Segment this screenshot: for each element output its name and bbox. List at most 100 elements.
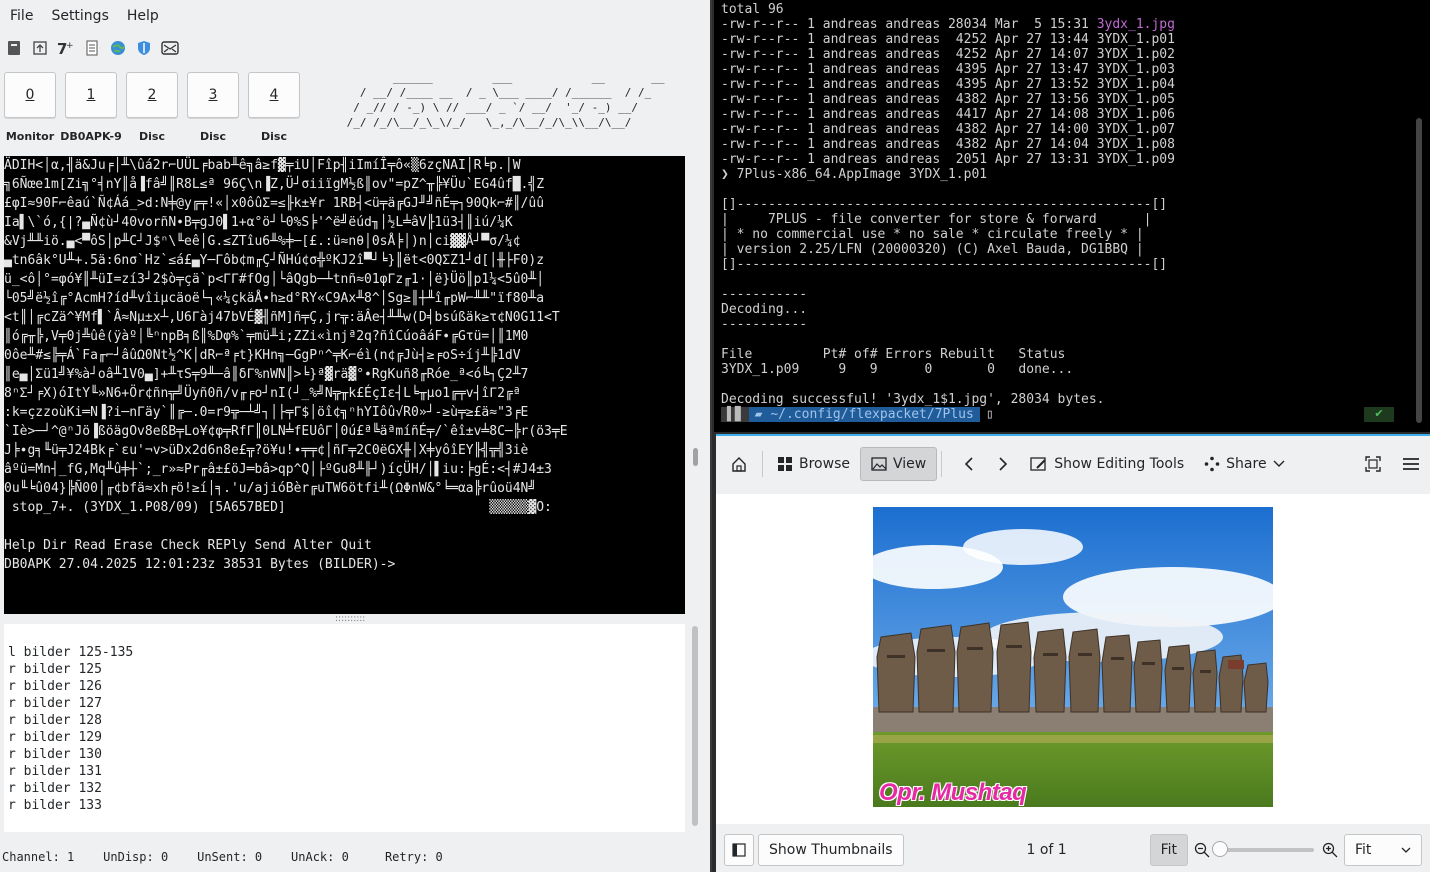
ls-row-meta: -rw-r--r-- 1 andreas andreas 4252 Apr 27…: [721, 32, 1097, 47]
shield-icon[interactable]: [134, 38, 154, 58]
address-book-icon[interactable]: [4, 38, 24, 58]
channel-3-button[interactable]: 3: [187, 72, 239, 118]
tx-line: r bilder 129: [8, 730, 102, 745]
page-indicator: 1 of 1: [1026, 842, 1067, 858]
tx-line: r bilder 126: [8, 679, 102, 694]
viewer-toolbar: Browse View Show Editing Tools Share: [716, 444, 1430, 484]
bbs-menu-line: Help Dir Read Erase Check REPly Send Alt…: [4, 538, 372, 553]
prompt-path: ▰ ~/.config/flexpacket/7Plus: [748, 407, 980, 422]
status-undisp: UnDisp: 0: [103, 850, 169, 864]
home-icon: [732, 457, 746, 472]
folder-icon: ▰: [754, 407, 771, 422]
show-thumbnails-button[interactable]: Show Thumbnails: [758, 834, 904, 866]
menu-bar: File Settings Help: [0, 0, 712, 32]
hamburger-menu-button[interactable]: [1392, 447, 1430, 481]
zoom-slider[interactable]: [1212, 841, 1314, 857]
share-button[interactable]: Share: [1194, 447, 1294, 481]
decoding-header: ----------- Decoding... -----------: [721, 287, 808, 332]
sidebar-icon: [732, 843, 746, 857]
viewer-bottom-bar: Show Thumbnails 1 of 1 Fit Fit: [716, 832, 1430, 868]
terminal-scrollbar[interactable]: [1416, 118, 1422, 423]
ls-row-name: 3YDX_1.p02: [1096, 47, 1175, 62]
receive-scrollbar[interactable]: [693, 448, 698, 466]
view-label: View: [892, 456, 927, 472]
channel-buttons: 0 Monitor 1 DB0APK-9 2 Disc 3 Disc 4 Dis…: [4, 72, 300, 143]
7plus-icon[interactable]: 7 +: [56, 38, 76, 58]
flexpacket-logo: ______ ___ __ __ / __/ /____ __ / _ \___…: [346, 71, 665, 129]
7plus-banner: []--------------------------------------…: [721, 197, 1168, 272]
prompt-path-text: ~/.config/flexpacket/7Plus: [770, 407, 974, 422]
transmit-window[interactable]: l bilder 125-135 r bilder 125 r bilder 1…: [4, 624, 685, 832]
show-editing-tools-button[interactable]: Show Editing Tools: [1020, 447, 1194, 481]
packet-terminal-window: File Settings Help 7 + 0 Monitor 1 DB0AP…: [0, 0, 712, 872]
ls-row-meta: -rw-r--r-- 1 andreas andreas 4382 Apr 27…: [721, 92, 1097, 107]
splitter-handle[interactable]: ::::::::::: [335, 614, 365, 624]
result-table-header: File Pt# of# Errors Rebuilt Status: [721, 347, 1066, 362]
tx-line: r bilder 130: [8, 747, 102, 762]
zoom-select-value: Fit: [1355, 842, 1372, 858]
zoom-slider-handle[interactable]: [1212, 841, 1228, 857]
ls-row-meta: -rw-r--r-- 1 andreas andreas 4417 Apr 27…: [721, 107, 1097, 122]
channel-0-button[interactable]: 0: [4, 72, 56, 118]
ls-row-name: 3YDX_1.p01: [1096, 32, 1175, 47]
home-button[interactable]: [720, 447, 758, 481]
ls-row-meta: -rw-r--r-- 1 andreas andreas 4395 Apr 27…: [721, 77, 1097, 92]
ls-row-meta: -rw-r--r-- 1 andreas andreas 4252 Apr 27…: [721, 47, 1097, 62]
tx-line: r bilder 127: [8, 696, 102, 711]
moai-photo: Opr. Mushtaq: [873, 507, 1273, 807]
rx-blank-line: [4, 517, 685, 536]
sidebar-toggle-button[interactable]: [724, 834, 754, 866]
view-button[interactable]: View: [859, 447, 938, 481]
globe-icon[interactable]: [108, 38, 128, 58]
ls-row-name: 3YDX_1.p07: [1096, 122, 1175, 137]
terminal-output: total 96 -rw-r--r-- 1 andreas andreas 28…: [714, 0, 1430, 407]
ls-row-name: 3ydx_1.jpg: [1096, 17, 1175, 32]
tx-line: r bilder 132: [8, 781, 102, 796]
fullscreen-icon: [1365, 456, 1381, 472]
chevron-down-icon: [1273, 460, 1285, 467]
fullscreen-button[interactable]: [1354, 447, 1392, 481]
browse-button[interactable]: Browse: [767, 447, 860, 481]
hamburger-icon: [1403, 458, 1419, 470]
ls-row-name: 3YDX_1.p09: [1096, 152, 1175, 167]
status-channel: Channel: 1: [2, 850, 75, 864]
channel-4-button[interactable]: 4: [248, 72, 300, 118]
result-table-row: 3YDX_1.p09 9 9 0 0 done...: [721, 362, 1074, 377]
ls-row-meta: -rw-r--r-- 1 andreas andreas 2051 Apr 27…: [721, 152, 1097, 167]
shell-prompt: ▌▊ ▰ ~/.config/flexpacket/7Plus ▯: [721, 407, 994, 422]
image-canvas[interactable]: Opr. Mushtaq: [716, 494, 1430, 824]
channel-2: 2 Disc: [126, 72, 178, 143]
rx-status-line: stop_7+. (3YDX_1.P08/09) [5A657BED] ▒▒▒▒…: [4, 500, 552, 515]
received-binary-text: ÄDIH<│α,╢ä&Ju╒│╨\ûá2r⌐UÜL╒bab╨ê╗â≥f▓╤iU│…: [4, 158, 568, 496]
previous-button[interactable]: [952, 447, 986, 481]
menu-settings[interactable]: Settings: [45, 8, 120, 24]
edit-image-icon: [1030, 457, 1046, 471]
status-bar: Channel: 1 UnDisp: 0 UnSent: 0 UnAck: 0 …: [2, 850, 443, 864]
zoom-in-icon[interactable]: [1322, 842, 1338, 858]
channel-4: 4 Disc: [248, 72, 300, 143]
chevron-left-icon: [965, 457, 973, 471]
tx-line: r bilder 131: [8, 764, 102, 779]
ls-row-name: 3YDX_1.p05: [1096, 92, 1175, 107]
channel-2-button[interactable]: 2: [126, 72, 178, 118]
zoom-select[interactable]: Fit: [1344, 834, 1422, 866]
zoom-out-icon[interactable]: [1194, 842, 1210, 858]
upload-icon[interactable]: [30, 38, 50, 58]
transmit-scrollbar[interactable]: [692, 626, 698, 826]
channel-3: 3 Disc: [187, 72, 239, 143]
shell-command: ❯ 7Plus-x86_64.AppImage 3YDX_1.p01: [721, 167, 988, 182]
share-icon: [1204, 456, 1220, 472]
terminal-window[interactable]: total 96 -rw-r--r-- 1 andreas andreas 28…: [714, 0, 1430, 432]
ls-total: total 96: [721, 2, 784, 17]
receive-window: ÄDIH<│α,╢ä&Ju╒│╨\ûá2r⌐UÜL╒bab╨ê╗â≥f▓╤iU│…: [4, 156, 685, 614]
next-button[interactable]: [986, 447, 1020, 481]
menu-help[interactable]: Help: [121, 8, 171, 24]
channel-0: 0 Monitor: [4, 72, 56, 143]
moai-image: [873, 507, 1273, 807]
status-unack: UnAck: 0: [291, 850, 349, 864]
fit-button[interactable]: Fit: [1149, 834, 1188, 866]
channel-1-button[interactable]: 1: [65, 72, 117, 118]
mail-icon[interactable]: [160, 38, 180, 58]
document-icon[interactable]: [82, 38, 102, 58]
menu-file[interactable]: File: [4, 8, 45, 24]
